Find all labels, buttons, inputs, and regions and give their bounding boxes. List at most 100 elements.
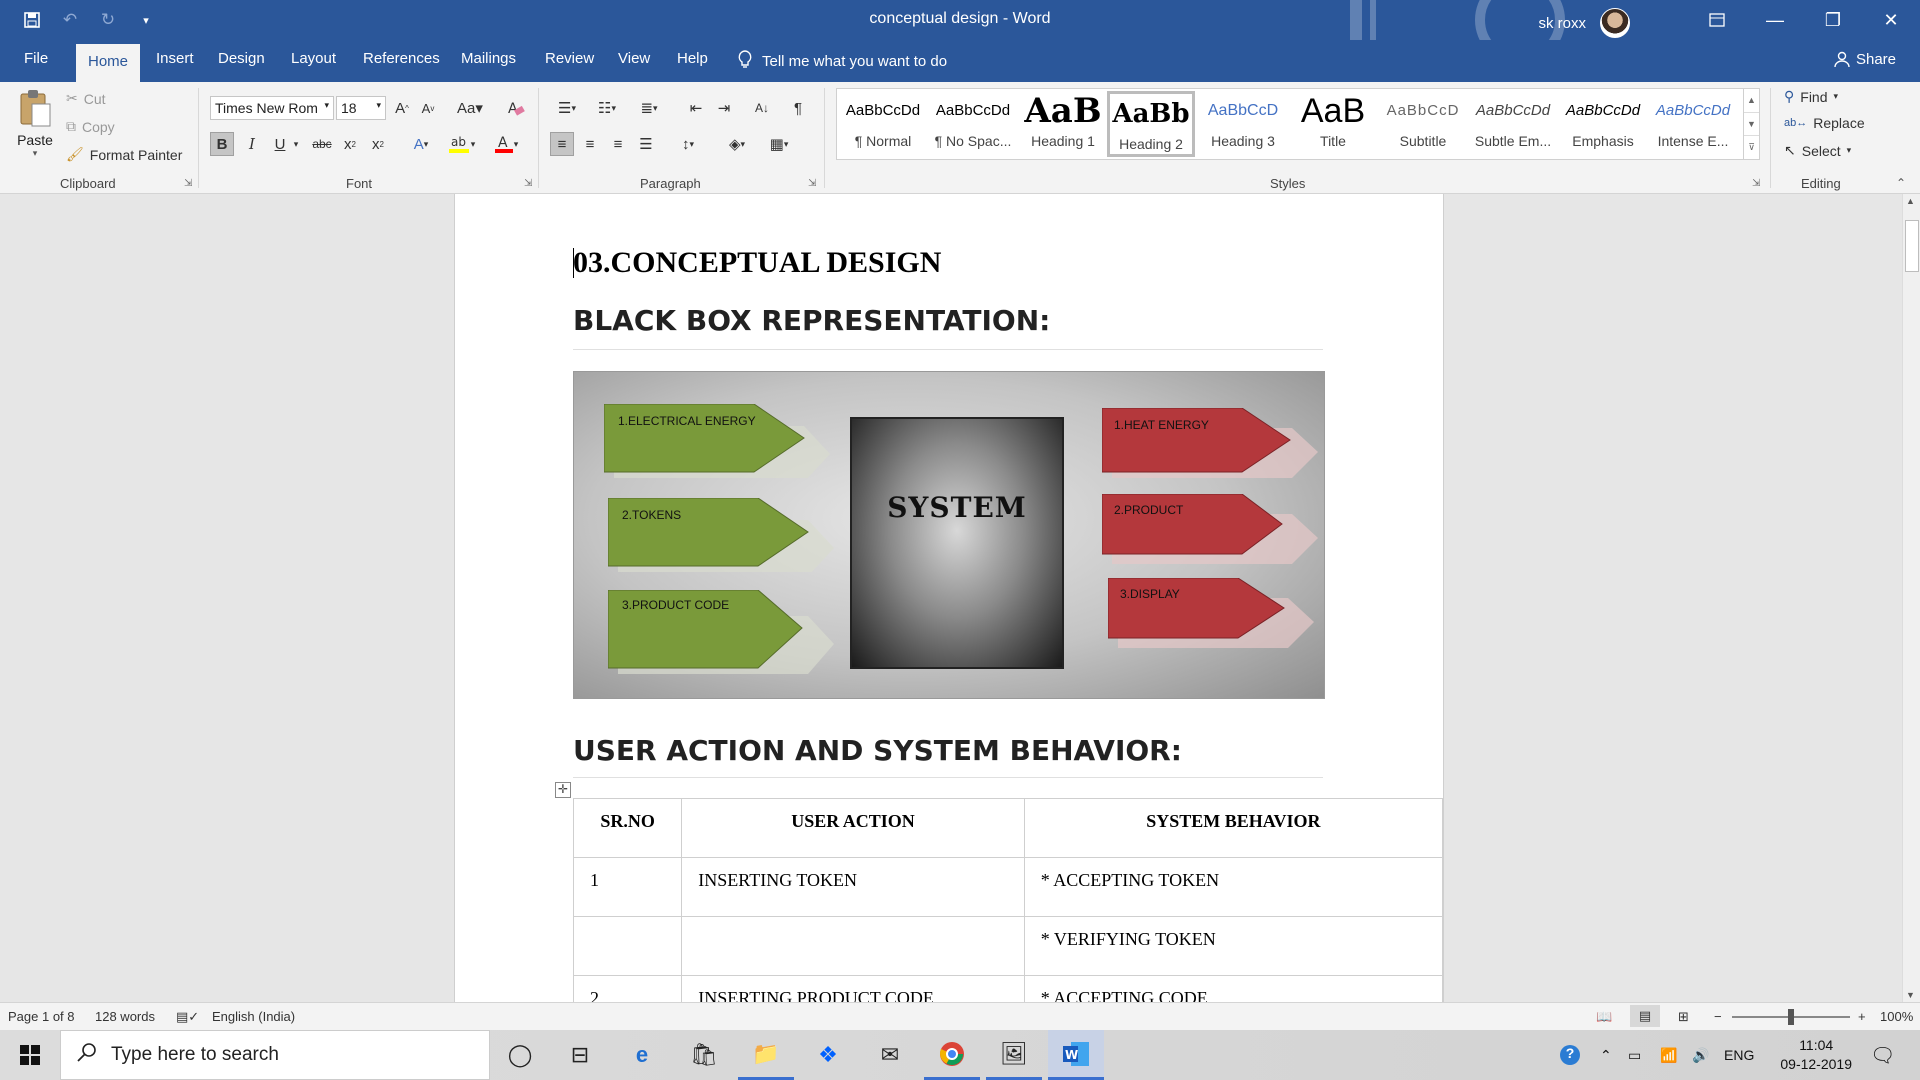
action-center-icon[interactable]: 🗨 xyxy=(1870,1030,1895,1080)
multilevel-list-icon[interactable]: ≣ ▾ xyxy=(632,96,666,120)
restore-button[interactable]: ❐ xyxy=(1804,0,1862,40)
font-size-combo[interactable]: 18 ▾ xyxy=(336,96,386,120)
subscript-button[interactable]: x2 xyxy=(338,132,362,156)
windows-start-icon[interactable] xyxy=(0,1030,60,1080)
taskbar-clock[interactable]: 11:04 09-12-2019 xyxy=(1780,1036,1852,1074)
page-count[interactable]: Page 1 of 8 xyxy=(8,1009,75,1024)
volume-icon[interactable]: 🔊 xyxy=(1692,1030,1709,1080)
store-icon[interactable]: 🛍 xyxy=(676,1030,732,1080)
table-cell[interactable]: 2 xyxy=(572,975,683,1002)
chevron-up-icon[interactable]: ▲ xyxy=(1906,196,1915,206)
tab-review[interactable]: Review xyxy=(545,50,594,67)
word-count[interactable]: 128 words xyxy=(95,1009,155,1024)
style-subtle-emphasis[interactable]: AaBbCcDd Subtle Em... xyxy=(1469,91,1557,157)
share-button[interactable]: Share xyxy=(1834,51,1896,71)
clipboard-launcher-icon[interactable]: ⇲ xyxy=(184,178,192,189)
table-cell[interactable]: INSERTING TOKEN xyxy=(681,857,1025,917)
read-mode-icon[interactable]: 📖 xyxy=(1596,1009,1612,1025)
style-normal[interactable]: AaBbCcDd ¶ Normal xyxy=(839,91,927,157)
tab-insert[interactable]: Insert xyxy=(156,50,194,67)
tab-design[interactable]: Design xyxy=(218,50,265,67)
cortana-icon[interactable]: ◯ xyxy=(492,1030,548,1080)
justify-icon[interactable]: ☰ xyxy=(634,132,658,156)
copy-button[interactable]: ⧉ Copy xyxy=(66,118,115,135)
tab-file[interactable]: File xyxy=(24,50,48,67)
align-left-icon[interactable]: ≡ xyxy=(550,132,574,156)
table-header[interactable]: SYSTEM BEHAVIOR xyxy=(1023,798,1444,858)
gallery-scroll[interactable]: ▲ ▼ ⊽ xyxy=(1743,89,1759,159)
styles-launcher-icon[interactable]: ⇲ xyxy=(1752,178,1760,189)
chevron-up-icon[interactable]: ▲ xyxy=(1744,89,1759,112)
close-button[interactable]: ✕ xyxy=(1862,0,1920,40)
collapse-ribbon-icon[interactable]: ⌃ xyxy=(1896,176,1906,190)
chrome-icon[interactable] xyxy=(924,1030,980,1080)
format-painter-button[interactable]: 🖌 Format Painter xyxy=(66,146,182,163)
heading-user-action[interactable]: USER ACTION AND SYSTEM BEHAVIOR: xyxy=(573,734,1182,767)
chevron-down-icon[interactable]: ▼ xyxy=(1744,112,1759,135)
style-title[interactable]: AaB Title xyxy=(1289,91,1377,157)
tell-me-box[interactable]: Tell me what you want to do xyxy=(738,50,947,72)
tab-mailings[interactable]: Mailings xyxy=(461,50,516,67)
proofing-icon[interactable]: ▤✓ xyxy=(176,1009,199,1025)
language-indicator[interactable]: English (India) xyxy=(212,1009,295,1024)
table-cell[interactable]: INSERTING PRODUCT CODE xyxy=(681,975,1025,1002)
tab-references[interactable]: References xyxy=(363,50,440,67)
style-heading-1[interactable]: AaB Heading 1 xyxy=(1019,91,1107,157)
print-layout-icon[interactable]: ▤ xyxy=(1630,1005,1660,1027)
dropbox-icon[interactable]: ❖ xyxy=(800,1030,856,1080)
mail-icon[interactable]: ✉ xyxy=(862,1030,918,1080)
underline-button[interactable]: U xyxy=(268,132,292,156)
vertical-scrollbar[interactable]: ▲ ▼ xyxy=(1902,194,1920,1002)
style-heading-3[interactable]: AaBbCcD Heading 3 xyxy=(1199,91,1287,157)
zoom-in-icon[interactable]: + xyxy=(1858,1009,1866,1024)
bold-button[interactable]: B xyxy=(210,132,234,156)
wifi-icon[interactable]: 📶 xyxy=(1660,1030,1677,1080)
table-cell[interactable]: * ACCEPTING TOKEN xyxy=(1023,857,1444,917)
style-heading-2[interactable]: AaBb Heading 2 xyxy=(1107,91,1195,157)
style-subtitle[interactable]: AaBbCcD Subtitle xyxy=(1379,91,1467,157)
chevron-down-icon[interactable]: ▼ xyxy=(1906,990,1915,1000)
show-formatting-icon[interactable]: ¶ xyxy=(786,96,810,120)
highlight-icon[interactable]: ab ▾ xyxy=(444,132,480,156)
chevron-down-icon[interactable]: ▾ xyxy=(290,132,302,156)
tab-home[interactable]: Home xyxy=(76,44,141,82)
decrease-indent-icon[interactable]: ⇤ xyxy=(684,96,708,120)
heading-black-box[interactable]: BLACK BOX REPRESENTATION: xyxy=(573,304,1050,337)
word-app-icon[interactable]: W xyxy=(1048,1030,1104,1080)
grow-font-icon[interactable]: A ^ xyxy=(390,96,414,120)
shrink-font-icon[interactable]: Av xyxy=(416,96,440,120)
black-box-diagram[interactable]: SYSTEM 1.ELECTRICAL ENERGY 2.TOKENS 3.PR… xyxy=(573,371,1325,699)
file-explorer-icon[interactable]: 📁 xyxy=(738,1030,794,1080)
table-header[interactable]: SR.NO xyxy=(572,798,683,858)
font-color-icon[interactable]: A ▾ xyxy=(488,132,524,156)
find-button[interactable]: ⚲ Find ▾ xyxy=(1784,88,1838,105)
tab-view[interactable]: View xyxy=(618,50,650,67)
document-title[interactable]: 03.CONCEPTUAL DESIGN xyxy=(573,246,941,280)
style-emphasis[interactable]: AaBbCcDd Emphasis xyxy=(1559,91,1647,157)
tab-layout[interactable]: Layout xyxy=(291,50,336,67)
style-intense-emphasis[interactable]: AaBbCcDd Intense E... xyxy=(1649,91,1737,157)
user-avatar[interactable] xyxy=(1600,8,1630,38)
sort-icon[interactable]: A↓ xyxy=(750,96,774,120)
text-effects-icon[interactable]: A ▾ xyxy=(404,132,438,156)
table-cell[interactable] xyxy=(572,916,683,976)
shading-icon[interactable]: ◈ ▾ xyxy=(720,132,754,156)
gallery-more-icon[interactable]: ⊽ xyxy=(1744,135,1759,158)
zoom-slider[interactable] xyxy=(1732,1009,1850,1025)
battery-icon[interactable]: ▭ xyxy=(1628,1030,1641,1080)
increase-indent-icon[interactable]: ⇥ xyxy=(712,96,736,120)
italic-button[interactable]: I xyxy=(240,132,264,156)
paragraph-launcher-icon[interactable]: ⇲ xyxy=(808,178,816,189)
table-cell[interactable]: * ACCEPTING CODE xyxy=(1023,975,1444,1002)
font-name-combo[interactable]: Times New Rom ▾ xyxy=(210,96,334,120)
table-move-handle-icon[interactable]: ✛ xyxy=(555,782,571,798)
help-notification-icon[interactable]: ? xyxy=(1560,1030,1580,1080)
table-cell[interactable]: 1 xyxy=(572,857,683,917)
numbering-icon[interactable]: ☷ ▾ xyxy=(590,96,624,120)
replace-button[interactable]: ab↔ Replace xyxy=(1784,115,1865,131)
photos-icon[interactable]: 🖼 xyxy=(986,1030,1042,1080)
line-spacing-icon[interactable]: ↕ ▾ xyxy=(672,132,704,156)
scroll-thumb[interactable] xyxy=(1905,220,1919,272)
style-no-spacing[interactable]: AaBbCcDd ¶ No Spac... xyxy=(929,91,1017,157)
zoom-out-icon[interactable]: − xyxy=(1714,1009,1722,1024)
